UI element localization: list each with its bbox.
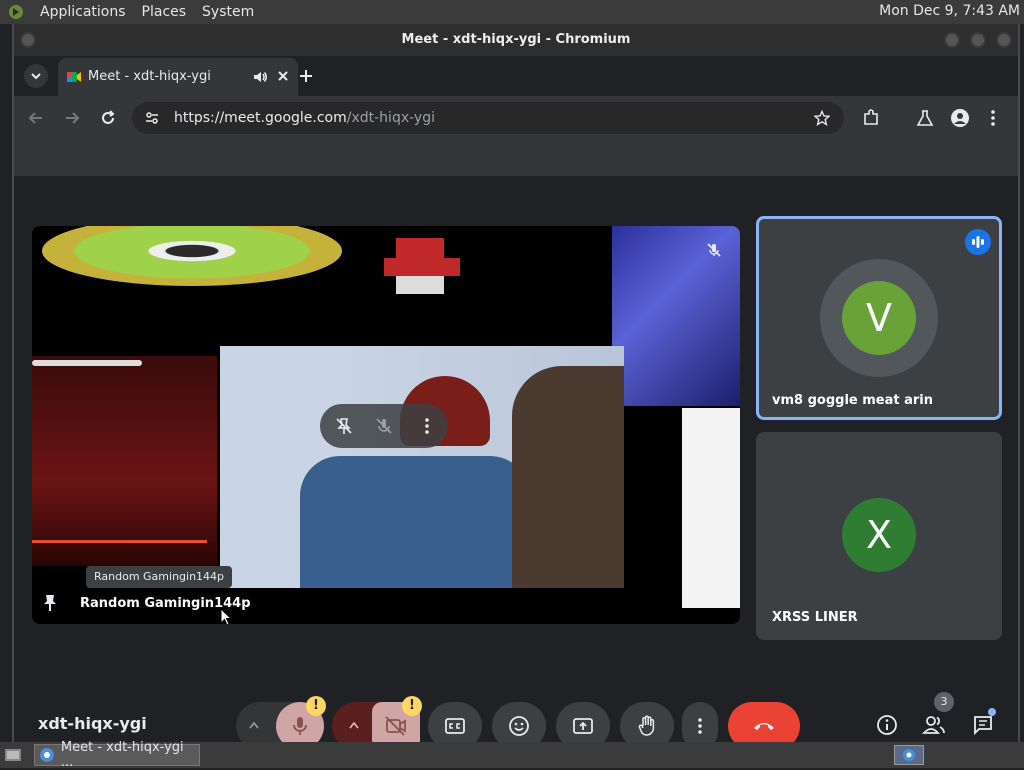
clock[interactable]: Mon Dec 9, 7:43 AM bbox=[879, 3, 1020, 19]
game-screen-image bbox=[32, 356, 217, 566]
camera-warning-icon: ! bbox=[402, 696, 422, 716]
closed-captions-icon bbox=[445, 718, 465, 734]
avatar: V bbox=[842, 281, 916, 355]
chat-icon bbox=[974, 716, 992, 736]
video-off-icon bbox=[385, 716, 406, 736]
mic-off-icon bbox=[376, 418, 392, 434]
taskbar: Meet - xdt-hiqx-ygi ... bbox=[0, 740, 1024, 770]
arrow-left-icon bbox=[28, 112, 42, 124]
close-tab-icon[interactable] bbox=[276, 69, 290, 83]
unpin-button[interactable] bbox=[334, 416, 354, 436]
taskbar-window-item[interactable]: Meet - xdt-hiqx-ygi ... bbox=[34, 740, 200, 770]
places-menu[interactable]: Places bbox=[142, 4, 187, 20]
site-info-icon[interactable] bbox=[144, 110, 160, 126]
tab-search-button[interactable] bbox=[24, 64, 48, 88]
meeting-details-button[interactable] bbox=[876, 714, 898, 736]
system-top-panel: Applications Places System Mon Dec 9, 7:… bbox=[0, 0, 1024, 24]
pin-off-icon bbox=[336, 418, 352, 434]
avatar: X bbox=[842, 498, 916, 572]
reload-button[interactable] bbox=[100, 110, 116, 126]
presentation-tile[interactable]: Random Gamingin144p Random Gamingin144p bbox=[32, 226, 740, 624]
arrow-right-icon bbox=[66, 112, 80, 124]
new-tab-button[interactable] bbox=[298, 68, 314, 84]
people-count-badge: 3 bbox=[934, 692, 954, 712]
close-window-button[interactable] bbox=[996, 32, 1012, 48]
mic-icon bbox=[293, 717, 307, 735]
meeting-code: xdt-hiqx-ygi bbox=[38, 714, 147, 733]
system-menu-item[interactable]: System bbox=[202, 4, 254, 20]
emoji-icon bbox=[509, 716, 529, 736]
chromium-icon bbox=[39, 748, 54, 762]
tile-more-options-button[interactable] bbox=[424, 417, 430, 435]
workspace-switcher-icon[interactable] bbox=[894, 745, 924, 765]
present-to-all-icon bbox=[573, 718, 593, 734]
window-title: Meet - xdt-hiqx-ygi - Chromium bbox=[401, 32, 631, 47]
participant-name: XRSS LINER bbox=[772, 610, 858, 625]
window-menu-button[interactable] bbox=[20, 32, 36, 48]
mic-warning-icon: ! bbox=[306, 696, 326, 716]
mouse-cursor-icon bbox=[220, 608, 232, 624]
taskbar-item-label: Meet - xdt-hiqx-ygi ... bbox=[60, 740, 184, 770]
address-bar[interactable]: https://meet.google.com/xdt-hiqx-ygi bbox=[132, 102, 844, 134]
back-button[interactable] bbox=[28, 110, 44, 126]
chat-button[interactable] bbox=[972, 714, 994, 736]
people-button[interactable] bbox=[922, 714, 946, 736]
meet-favicon-icon bbox=[66, 69, 82, 85]
url-domain: https://meet.google.com bbox=[174, 110, 347, 126]
people-icon bbox=[922, 716, 945, 734]
audio-settings-button[interactable] bbox=[248, 720, 260, 730]
toolbar-extension-area bbox=[14, 140, 1018, 176]
meet-stage: Random Gamingin144p Random Gamingin144p … bbox=[14, 176, 1018, 750]
more-menu-icon[interactable] bbox=[990, 109, 996, 127]
hand-icon bbox=[638, 715, 655, 736]
browser-toolbar: https://meet.google.com/xdt-hiqx-ygi bbox=[14, 96, 1018, 140]
info-icon bbox=[877, 715, 897, 735]
tab-strip: Meet - xdt-hiqx-ygi bbox=[14, 56, 1018, 96]
chevron-up-icon bbox=[349, 721, 359, 729]
more-vert-icon bbox=[698, 718, 702, 734]
browser-window: Meet - xdt-hiqx-ygi - Chromium Meet - xd… bbox=[12, 24, 1020, 750]
minimize-button[interactable] bbox=[944, 32, 960, 48]
video-frame-image bbox=[220, 346, 624, 588]
chevron-up-icon bbox=[249, 721, 259, 729]
tab-title: Meet - xdt-hiqx-ygi bbox=[88, 69, 211, 84]
white-panel-image bbox=[682, 408, 740, 608]
avatar-initial: V bbox=[866, 296, 892, 340]
name-tooltip: Random Gamingin144p bbox=[86, 566, 233, 588]
bookmark-star-icon[interactable] bbox=[814, 110, 830, 126]
disc-image bbox=[42, 226, 342, 286]
video-settings-button[interactable] bbox=[348, 720, 360, 730]
plus-icon bbox=[300, 70, 312, 82]
mute-participant-button[interactable] bbox=[374, 416, 394, 436]
distro-logo-icon[interactable] bbox=[8, 4, 24, 20]
show-desktop-icon[interactable] bbox=[4, 746, 22, 764]
labs-flask-icon[interactable] bbox=[916, 109, 934, 127]
reload-icon bbox=[102, 110, 115, 124]
tile-hover-controls bbox=[320, 404, 448, 448]
applications-menu[interactable]: Applications bbox=[40, 4, 126, 20]
speaking-indicator-icon bbox=[965, 229, 991, 255]
profile-icon[interactable] bbox=[950, 108, 970, 128]
avatar-initial: X bbox=[865, 513, 893, 557]
mic-off-icon bbox=[706, 242, 722, 258]
tab-meet[interactable]: Meet - xdt-hiqx-ygi bbox=[58, 58, 298, 96]
pin-icon[interactable] bbox=[42, 594, 58, 612]
participant-tile-2[interactable]: X XRSS LINER bbox=[756, 432, 1002, 640]
system-menu: Applications Places System bbox=[8, 4, 254, 20]
url-path: /xdt-hiqx-ygi bbox=[346, 110, 435, 126]
forward-button[interactable] bbox=[64, 110, 80, 126]
participant-tile-1[interactable]: V vm8 goggle meat arin bbox=[756, 216, 1002, 420]
chevron-down-icon bbox=[31, 73, 41, 80]
window-titlebar[interactable]: Meet - xdt-hiqx-ygi - Chromium bbox=[14, 24, 1018, 56]
more-vert-icon bbox=[425, 418, 429, 434]
speaker-icon[interactable] bbox=[252, 69, 268, 85]
extensions-icon[interactable] bbox=[862, 109, 880, 127]
chat-notification-dot bbox=[988, 708, 996, 716]
call-end-icon bbox=[754, 723, 774, 730]
sprite-image bbox=[372, 238, 472, 298]
maximize-button[interactable] bbox=[970, 32, 986, 48]
participant-name: vm8 goggle meat arin bbox=[772, 393, 934, 408]
url-text: https://meet.google.com/xdt-hiqx-ygi bbox=[174, 110, 435, 126]
